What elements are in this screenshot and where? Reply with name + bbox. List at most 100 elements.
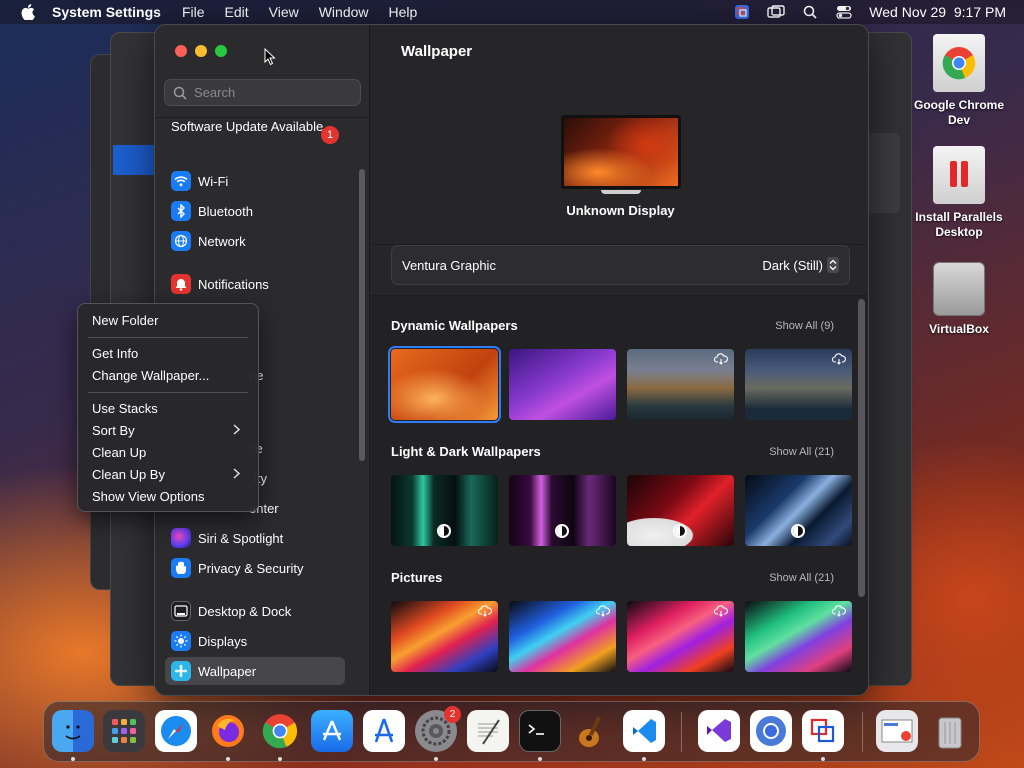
wallpaper-thumb-blue-dark[interactable]: [745, 475, 852, 546]
desktop-icon-chrome-dev[interactable]: Google Chrome Dev: [909, 34, 1009, 128]
sidebar-item-label: Wi-Fi: [198, 173, 229, 189]
terminal-icon[interactable]: [519, 710, 561, 752]
siri-icon: [171, 528, 191, 548]
desktop-icon-virtualbox[interactable]: VirtualBox: [909, 262, 1009, 337]
xcode-instruments-icon[interactable]: [363, 710, 405, 752]
menu-item-sort-by[interactable]: Sort By: [92, 420, 252, 442]
firefox-icon[interactable]: [207, 710, 249, 752]
sidebar-item-label: Desktop & Dock: [198, 603, 292, 619]
vscode-icon[interactable]: [623, 710, 665, 752]
desktop-context-menu: New Folder Get Info Change Wallpaper... …: [77, 303, 259, 512]
wallpaper-icon: [171, 661, 191, 681]
menu-file[interactable]: File: [182, 4, 205, 20]
textedit-icon[interactable]: [467, 710, 509, 752]
cloud-download-icon: [596, 605, 610, 617]
wallpaper-name: Ventura Graphic: [402, 257, 496, 273]
wallpaper-thumb-ventura[interactable]: [388, 346, 501, 423]
search-icon: [173, 86, 187, 100]
appearance-popup[interactable]: Dark (Still): [762, 258, 823, 273]
sidebar-item-wifi[interactable]: Wi-Fi: [165, 167, 345, 195]
wallpaper-thumb-catalina-night[interactable]: [745, 349, 852, 420]
desktop-icon-label: Google Chrome Dev: [913, 98, 1004, 127]
running-indicator: [538, 757, 542, 761]
control-center-icon[interactable]: [835, 4, 853, 20]
menu-item-clean-up-by[interactable]: Clean Up By: [92, 464, 252, 486]
menu-edit[interactable]: Edit: [225, 4, 249, 20]
menu-item-get-info[interactable]: Get Info: [92, 343, 252, 365]
sidebar-item-label: Displays: [198, 633, 248, 649]
zoom-button[interactable]: [215, 45, 227, 57]
search-input[interactable]: Search: [164, 79, 361, 106]
parallels-dock-icon[interactable]: [802, 710, 844, 752]
menu-item-change-wallpaper[interactable]: Change Wallpaper...: [92, 365, 252, 387]
parallels-status-icon[interactable]: [733, 4, 751, 20]
menu-item-show-view-options[interactable]: Show View Options: [92, 486, 252, 508]
light-dark-icon: [437, 524, 451, 538]
content-pane: Wallpaper Unknown Display Ventura Graphi…: [371, 25, 868, 695]
minimize-button[interactable]: [195, 45, 207, 57]
app-store-icon[interactable]: [311, 710, 353, 752]
system-settings-window: Search Software Update Available 1 Wi-Fi…: [154, 24, 869, 696]
sidebar-item-network[interactable]: Network: [165, 227, 345, 255]
close-button[interactable]: [175, 45, 187, 57]
desktop-icon-label: VirtualBox: [929, 322, 989, 336]
sidebar-item-privacy-security[interactable]: Privacy & Security: [165, 554, 345, 582]
running-indicator: [821, 757, 825, 761]
desktop-icon-parallels[interactable]: Install Parallels Desktop: [909, 146, 1009, 240]
sidebar-item-desktop-dock[interactable]: Desktop & Dock: [165, 597, 345, 625]
visual-studio-icon[interactable]: [698, 710, 740, 752]
wallpaper-thumb-pic2[interactable]: [509, 601, 616, 672]
safari-icon[interactable]: [155, 710, 197, 752]
menu-item-new-folder[interactable]: New Folder: [92, 310, 252, 332]
chromium-icon[interactable]: [750, 710, 792, 752]
wallpaper-selector-row: Ventura Graphic Dark (Still): [391, 245, 850, 285]
app-name-menu[interactable]: System Settings: [52, 4, 161, 20]
sidebar-item-bluetooth[interactable]: Bluetooth: [165, 197, 345, 225]
menu-window[interactable]: Window: [319, 4, 369, 20]
menu-item-use-stacks[interactable]: Use Stacks: [92, 398, 252, 420]
cloud-download-icon: [714, 605, 728, 617]
wallpaper-thumb-pic3[interactable]: [627, 601, 734, 672]
dock-separator: [862, 712, 863, 752]
globe-icon: [171, 231, 191, 251]
launchpad-icon[interactable]: [103, 710, 145, 752]
sidebar-item-siri-spotlight[interactable]: Siri & Spotlight: [165, 524, 345, 552]
garageband-icon[interactable]: [571, 710, 613, 752]
sidebar-scrollbar[interactable]: [359, 169, 365, 461]
show-all-light-dark-button[interactable]: Show All (21): [766, 446, 834, 458]
wallpaper-thumb-red-dark[interactable]: [627, 475, 734, 546]
spotlight-search-icon[interactable]: [801, 4, 819, 20]
update-badge: 1: [321, 126, 339, 144]
search-placeholder: Search: [194, 85, 236, 100]
menu-help[interactable]: Help: [389, 4, 418, 20]
wallpaper-thumb-imac-purple[interactable]: [509, 475, 616, 546]
content-scrollbar[interactable]: [858, 299, 865, 597]
chrome-icon[interactable]: [259, 710, 301, 752]
sidebar-item-wallpaper[interactable]: Wallpaper: [165, 657, 345, 685]
cloud-download-icon: [714, 353, 728, 365]
wallpaper-thumb-pic4[interactable]: [745, 601, 852, 672]
downloads-stack-icon[interactable]: [876, 710, 918, 752]
sidebar-item-notifications[interactable]: Notifications: [165, 270, 345, 298]
wallpaper-thumb-catalina[interactable]: [627, 349, 734, 420]
bluetooth-icon: [171, 201, 191, 221]
menu-bar-clock[interactable]: Wed Nov 29 9:17 PM: [869, 4, 1006, 20]
wallpaper-thumb-monterey[interactable]: [509, 349, 616, 420]
bell-icon: [171, 274, 191, 294]
menu-view[interactable]: View: [269, 4, 299, 20]
finder-icon[interactable]: [52, 710, 94, 752]
chevron-updown-icon[interactable]: [827, 257, 839, 273]
running-indicator: [226, 757, 230, 761]
apple-menu-icon[interactable]: [18, 3, 38, 21]
cloud-download-icon: [832, 353, 846, 365]
menu-item-clean-up[interactable]: Clean Up: [92, 442, 252, 464]
screen-mirroring-icon[interactable]: [767, 4, 785, 20]
wallpaper-thumb-imac-green[interactable]: [391, 475, 498, 546]
display-name: Unknown Display: [566, 203, 675, 218]
show-all-pictures-button[interactable]: Show All (21): [766, 572, 834, 584]
trash-icon[interactable]: [929, 710, 971, 752]
wallpaper-thumb-pic1[interactable]: [391, 601, 498, 672]
sidebar-item-displays[interactable]: Displays: [165, 627, 345, 655]
menu-bar: System Settings File Edit View Window He…: [0, 0, 1024, 24]
show-all-dynamic-button[interactable]: Show All (9): [766, 320, 834, 332]
